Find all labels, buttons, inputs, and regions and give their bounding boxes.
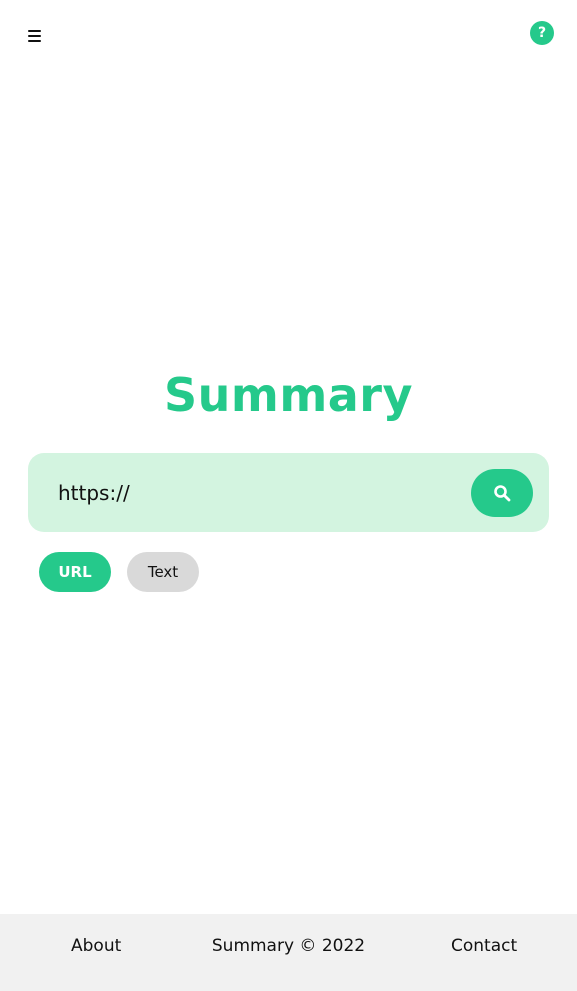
search-bar — [28, 453, 549, 532]
footer-contact-link[interactable]: Contact — [451, 936, 517, 956]
mode-text-button[interactable]: Text — [127, 552, 199, 592]
page: ? Summary URL Text Summary © 2022 About … — [0, 0, 577, 991]
question-mark-icon: ? — [537, 25, 547, 41]
url-input[interactable] — [58, 473, 458, 513]
search-icon — [494, 485, 511, 502]
page-title: Summary — [164, 368, 413, 422]
mode-url-button[interactable]: URL — [39, 552, 111, 592]
footer-about-link[interactable]: About — [71, 936, 121, 956]
search-button[interactable] — [471, 469, 533, 517]
footer: Summary © 2022 About Contact — [0, 914, 577, 991]
hamburger-menu-icon[interactable] — [28, 30, 42, 43]
help-button[interactable]: ? — [530, 21, 554, 45]
